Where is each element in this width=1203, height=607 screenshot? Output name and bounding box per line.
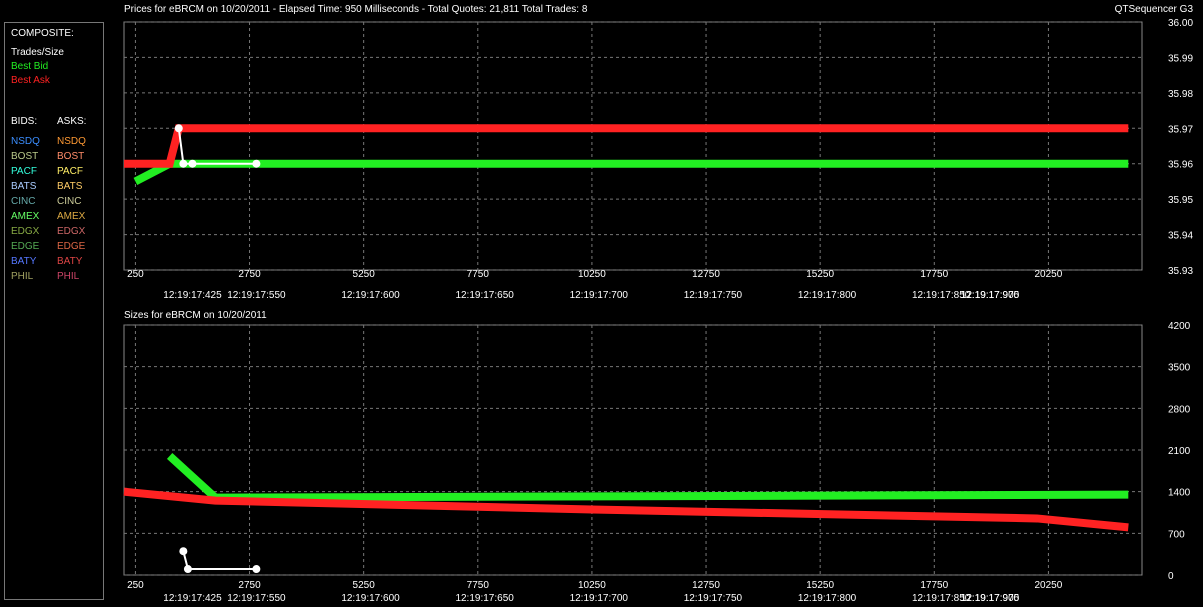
price-plot-area [123,21,1143,271]
price-chart: 36.00 35.99 35.98 35.97 35.96 35.95 35.94 35.93… [123,18,1193,301]
price-y-tick: 35.96 [1168,160,1193,171]
price-trade-point [179,159,188,168]
price-time-tick: 12:19:17:600 [341,290,400,301]
price-y-tick: 35.99 [1168,53,1193,64]
price-time-tick: 12:19:17:800 [798,290,857,301]
price-x-tick: 10250 [578,269,606,280]
price-x-tick: 2750 [238,269,261,280]
price-time-tick: 12:19:17:550 [227,290,286,301]
price-x-tick: 17750 [920,269,948,280]
price-y-tick: 35.95 [1168,195,1193,206]
size-y-tick: 2100 [1168,446,1191,457]
size-chart: 4200 3500 2800 2100 1400 700 0 250 2750 5250 7750 1… [123,321,1191,604]
price-y-tick: 35.97 [1168,124,1193,135]
price-y-tick: 36.00 [1168,18,1193,29]
size-time-tick: 12:19:17:650 [455,593,514,604]
size-x-tick: 5250 [353,580,376,591]
size-x-tick: 15250 [806,580,834,591]
size-y-tick: 0 [1168,571,1174,582]
price-x-tick: 12750 [692,269,720,280]
charts-canvas: 36.00 35.99 35.98 35.97 35.96 35.95 35.94 35.93… [123,18,1193,604]
price-time-tick: 12:19:17:650 [455,290,514,301]
size-y-tick: 700 [1168,529,1185,540]
size-x-tick: 250 [127,580,144,591]
size-y-tick: 3500 [1168,363,1191,374]
size-time-tick: 12:19:17:600 [341,593,400,604]
price-y-tick: 35.93 [1168,266,1193,277]
price-x-tick: 5250 [353,269,376,280]
size-trade-point [183,565,192,574]
size-x-tick: 10250 [578,580,606,591]
size-trade-point [179,547,188,556]
size-time-tick: 12:19:17:550 [227,593,286,604]
size-time-tick: 12:19:17:750 [684,593,743,604]
size-time-tick: 12:19:17:975 [961,593,1020,604]
size-x-tick: 2750 [238,580,261,591]
size-x-tick: 7750 [467,580,490,591]
price-trade-point [174,124,183,133]
price-time-tick: 12:19:17:425 [163,290,222,301]
price-x-tick: 7750 [467,269,490,280]
size-y-tick: 4200 [1168,321,1191,332]
price-y-tick: 35.94 [1168,231,1193,242]
price-y-tick: 35.98 [1168,89,1193,100]
price-x-tick: 250 [127,269,144,280]
size-time-tick: 12:19:17:425 [163,593,222,604]
price-time-tick: 12:19:17:975 [961,290,1020,301]
size-y-tick: 1400 [1168,488,1191,499]
size-x-tick: 12750 [692,580,720,591]
size-x-tick: 17750 [920,580,948,591]
size-trade-point [252,565,261,574]
size-time-tick: 12:19:17:800 [798,593,857,604]
price-x-tick: 20250 [1035,269,1063,280]
price-trade-point [188,159,197,168]
price-time-tick: 12:19:17:700 [570,290,629,301]
price-x-tick: 15250 [806,269,834,280]
size-y-tick: 2800 [1168,404,1191,415]
size-time-tick: 12:19:17:700 [570,593,629,604]
price-trade-point [252,159,261,168]
size-x-tick: 20250 [1035,580,1063,591]
price-time-tick: 12:19:17:750 [684,290,743,301]
